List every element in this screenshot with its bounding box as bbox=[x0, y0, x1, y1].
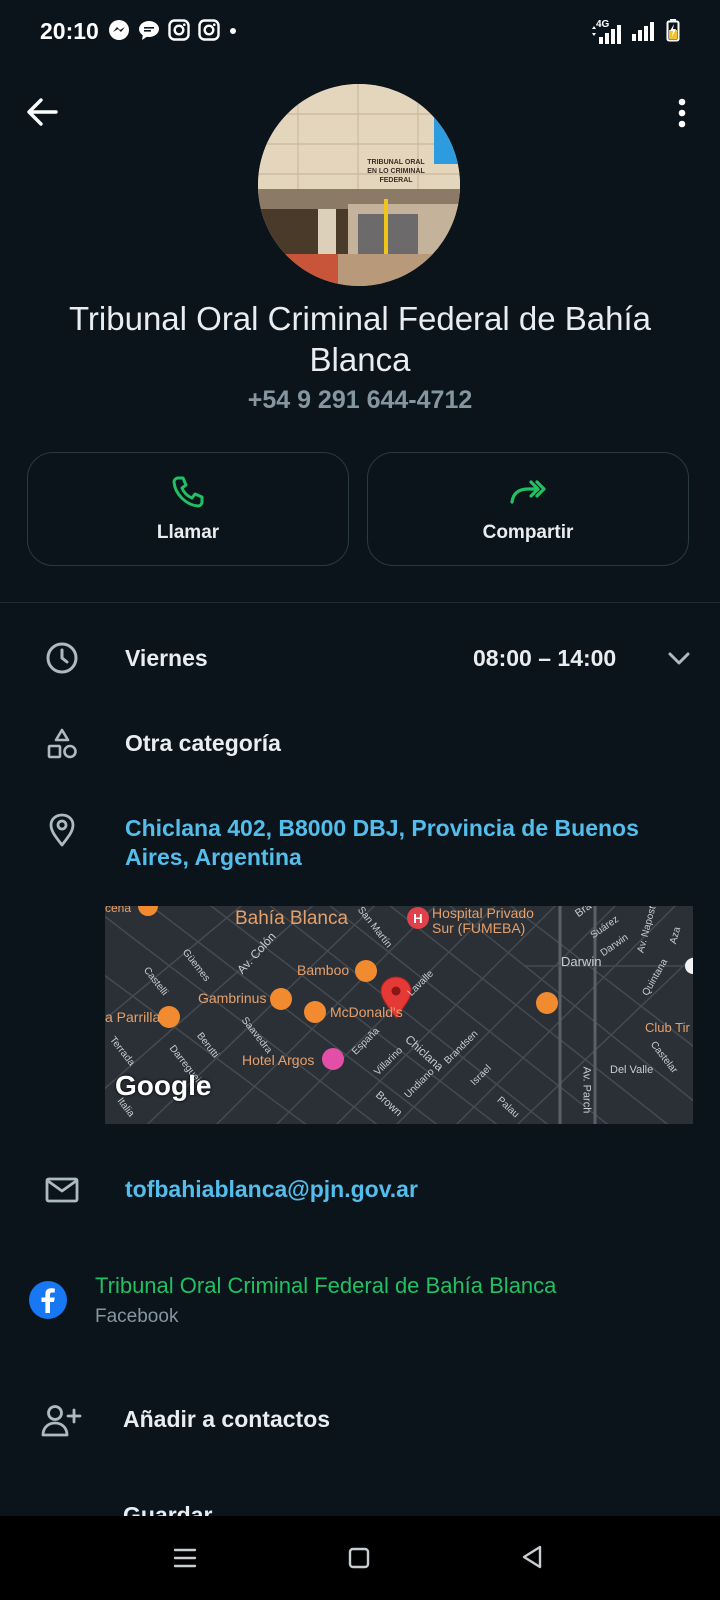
add-to-contacts-row[interactable]: Añadir a contactos bbox=[0, 1396, 720, 1446]
address-link[interactable]: Chiclana 402, B8000 DBJ, Provincia de Bu… bbox=[125, 814, 665, 872]
map-label-gambrinus: Gambrinus bbox=[198, 990, 267, 1006]
notification-icons bbox=[108, 19, 238, 41]
signal-4g-icon: 4G bbox=[590, 19, 622, 45]
overflow-menu-button[interactable] bbox=[668, 94, 696, 134]
partial-row-label[interactable]: Guardar bbox=[123, 1506, 212, 1516]
triangle-back-icon bbox=[522, 1545, 542, 1569]
category-row: Otra categoría bbox=[0, 720, 720, 770]
more-vertical-icon bbox=[678, 98, 686, 128]
location-map[interactable]: H Bahía Blanca Hospital Privado Sur (FUM… bbox=[105, 906, 693, 1124]
add-person-icon bbox=[40, 1404, 82, 1443]
clock-icon bbox=[44, 640, 80, 676]
location-pin-icon bbox=[44, 812, 80, 848]
map-label-cena: cena bbox=[105, 906, 132, 915]
map-label-parrilla: a Parrilla bbox=[105, 1009, 161, 1025]
recent-apps-icon bbox=[173, 1548, 197, 1568]
partial-row-clip: Guardar bbox=[0, 1506, 720, 1516]
messenger-icon bbox=[108, 19, 130, 41]
mail-icon bbox=[44, 1172, 80, 1208]
recent-apps-button[interactable] bbox=[172, 1546, 198, 1575]
category-text: Otra categoría bbox=[125, 730, 281, 756]
share-button[interactable]: Compartir bbox=[367, 452, 689, 566]
facebook-page-title[interactable]: Tribunal Oral Criminal Federal de Bahía … bbox=[95, 1273, 556, 1299]
map-label-hotel: Hotel Argos bbox=[242, 1052, 315, 1068]
status-time: 20:10 bbox=[40, 18, 99, 44]
chevron-down-icon[interactable] bbox=[666, 648, 692, 673]
system-status-icons: 4G bbox=[590, 18, 680, 47]
map-label-hospital: Hospital Privado bbox=[432, 906, 534, 921]
map-label-darwin: Darwin bbox=[561, 954, 602, 969]
hours-row[interactable]: Viernes 08:00 – 14:00 bbox=[0, 634, 720, 684]
contact-phone[interactable]: +54 9 291 644-4712 bbox=[40, 386, 680, 415]
google-logo: Google bbox=[115, 1070, 212, 1101]
dot-icon bbox=[228, 19, 238, 41]
call-button[interactable]: Llamar bbox=[27, 452, 349, 566]
contact-name: Tribunal Oral Criminal Federal de Bahía … bbox=[68, 300, 652, 378]
instagram-icon bbox=[168, 19, 190, 41]
chat-bubble-icon bbox=[138, 19, 160, 41]
map-label-hospital-2: Sur (FUMEBA) bbox=[432, 920, 526, 936]
svg-text:H: H bbox=[413, 911, 422, 926]
system-navigation-bar bbox=[0, 1516, 720, 1600]
phone-icon bbox=[172, 476, 204, 508]
call-label: Llamar bbox=[156, 522, 220, 543]
signal-icon bbox=[630, 18, 658, 47]
map-label-mcdonalds: McDonald's bbox=[330, 1004, 403, 1020]
map-label-del-valle: Del Valle bbox=[610, 1064, 654, 1076]
profile-photo[interactable]: TRIBUNAL ORAL EN LO CRIMINAL FEDERAL bbox=[258, 84, 460, 286]
instagram-icon bbox=[198, 19, 220, 41]
map-label-av-parch: Av. Parch bbox=[580, 1066, 593, 1114]
facebook-icon bbox=[28, 1280, 68, 1325]
map-label-city: Bahía Blanca bbox=[235, 908, 349, 929]
home-icon bbox=[348, 1547, 370, 1569]
hours-time: 08:00 – 14:00 bbox=[473, 645, 617, 671]
back-button[interactable] bbox=[22, 92, 62, 132]
email-row[interactable]: tofbahiablanca@pjn.gov.ar bbox=[0, 1168, 720, 1218]
map-label-club: Club Tir bbox=[645, 1020, 690, 1035]
home-button[interactable] bbox=[347, 1546, 371, 1575]
shapes-icon bbox=[44, 726, 80, 762]
photo-sign-text: TRIBUNAL ORAL EN LO CRIMINAL FEDERAL bbox=[367, 159, 425, 184]
facebook-subtitle: Facebook bbox=[95, 1306, 179, 1327]
share-label: Compartir bbox=[482, 522, 574, 543]
arrow-left-icon bbox=[27, 98, 58, 126]
battery-charging-icon bbox=[666, 18, 680, 47]
email-link[interactable]: tofbahiablanca@pjn.gov.ar bbox=[125, 1176, 418, 1203]
share-forward-icon bbox=[510, 480, 546, 504]
back-nav-button[interactable] bbox=[520, 1544, 544, 1575]
hours-day: Viernes bbox=[125, 645, 208, 671]
address-row[interactable]: Chiclana 402, B8000 DBJ, Provincia de Bu… bbox=[0, 808, 720, 878]
section-divider bbox=[0, 602, 720, 603]
map-label-bamboo: Bamboo bbox=[297, 962, 350, 978]
add-to-contacts-label: Añadir a contactos bbox=[123, 1406, 331, 1432]
